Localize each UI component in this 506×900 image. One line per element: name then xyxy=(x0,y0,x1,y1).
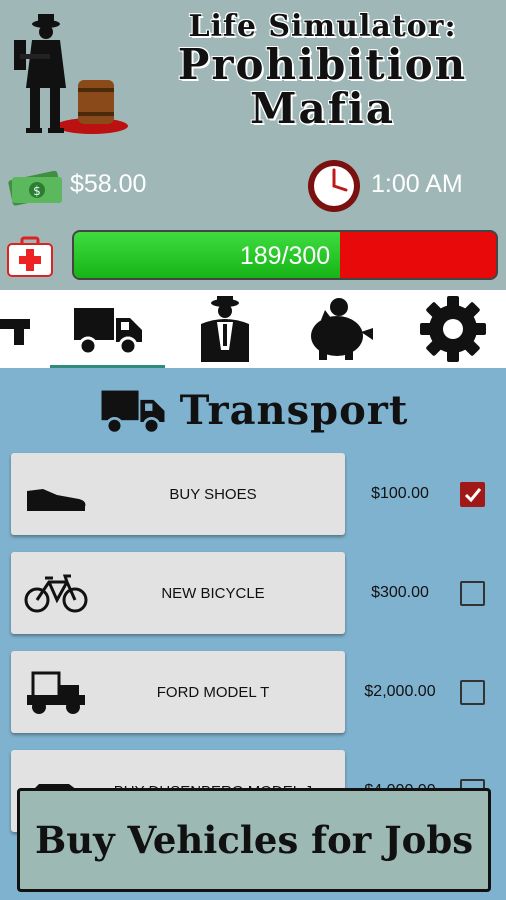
checkmark-icon xyxy=(464,488,482,503)
item-price: $2,000.00 xyxy=(364,683,436,700)
promo-banner: Buy Vehicles for Jobs xyxy=(17,788,491,892)
first-aid-kit-icon xyxy=(7,236,53,277)
section-title: Transport xyxy=(179,386,409,434)
money-icon: $ xyxy=(8,170,62,206)
mobster-figure-icon xyxy=(14,14,128,134)
truck-icon xyxy=(101,390,165,435)
mob-boss-icon xyxy=(201,296,249,362)
health-bar: 189/300 xyxy=(72,230,498,280)
money-value: $58.00 xyxy=(70,170,147,198)
item-price: $100.00 xyxy=(371,485,429,502)
buy-shoes-button[interactable]: BUY SHOES xyxy=(11,453,345,535)
gear-icon xyxy=(420,296,486,362)
time-value: 1:00 AM xyxy=(371,170,463,198)
section-header: Transport xyxy=(0,378,506,442)
item-label: NEW BICYCLE xyxy=(161,585,265,602)
tab-transport[interactable] xyxy=(50,290,165,368)
shoe-icon xyxy=(27,489,86,511)
tab-boss[interactable] xyxy=(180,290,270,368)
item-checkbox[interactable] xyxy=(460,482,485,507)
title-line-3: Mafia xyxy=(250,84,395,133)
item-checkbox[interactable] xyxy=(460,680,485,705)
item-price: $300.00 xyxy=(371,584,429,601)
gun-icon xyxy=(0,319,30,345)
title-line-1: Life Simulator: xyxy=(188,9,457,44)
list-item: NEW BICYCLE $300.00 xyxy=(0,552,506,634)
item-checkbox[interactable] xyxy=(460,581,485,606)
tab-bank[interactable] xyxy=(295,290,385,368)
new-bicycle-button[interactable]: NEW BICYCLE xyxy=(11,552,345,634)
piggy-bank-icon xyxy=(311,298,373,360)
health-value: 189/300 xyxy=(239,242,331,270)
active-tab-indicator xyxy=(50,365,165,368)
list-item: FORD MODEL T $2,000.00 xyxy=(0,651,506,733)
header: Life Simulator: Prohibition Mafia $ $58.… xyxy=(0,0,506,290)
bicycle-icon xyxy=(24,574,88,613)
item-label: FORD MODEL T xyxy=(156,684,270,701)
svg-text:$: $ xyxy=(33,184,41,198)
list-item: BUY SHOES $100.00 xyxy=(0,453,506,535)
title-line-2: Prohibition xyxy=(177,40,468,89)
promo-banner-text: Buy Vehicles for Jobs xyxy=(34,818,474,862)
item-label: BUY SHOES xyxy=(169,486,257,503)
tab-settings[interactable] xyxy=(408,290,498,368)
tab-weapons[interactable] xyxy=(0,290,30,368)
tab-bar xyxy=(0,290,506,368)
game-title: Life Simulator: Prohibition Mafia xyxy=(150,12,495,130)
clock-icon xyxy=(308,160,360,212)
ford-model-t-button[interactable]: FORD MODEL T xyxy=(11,651,345,733)
car-icon xyxy=(27,671,85,714)
truck-icon xyxy=(73,308,142,356)
